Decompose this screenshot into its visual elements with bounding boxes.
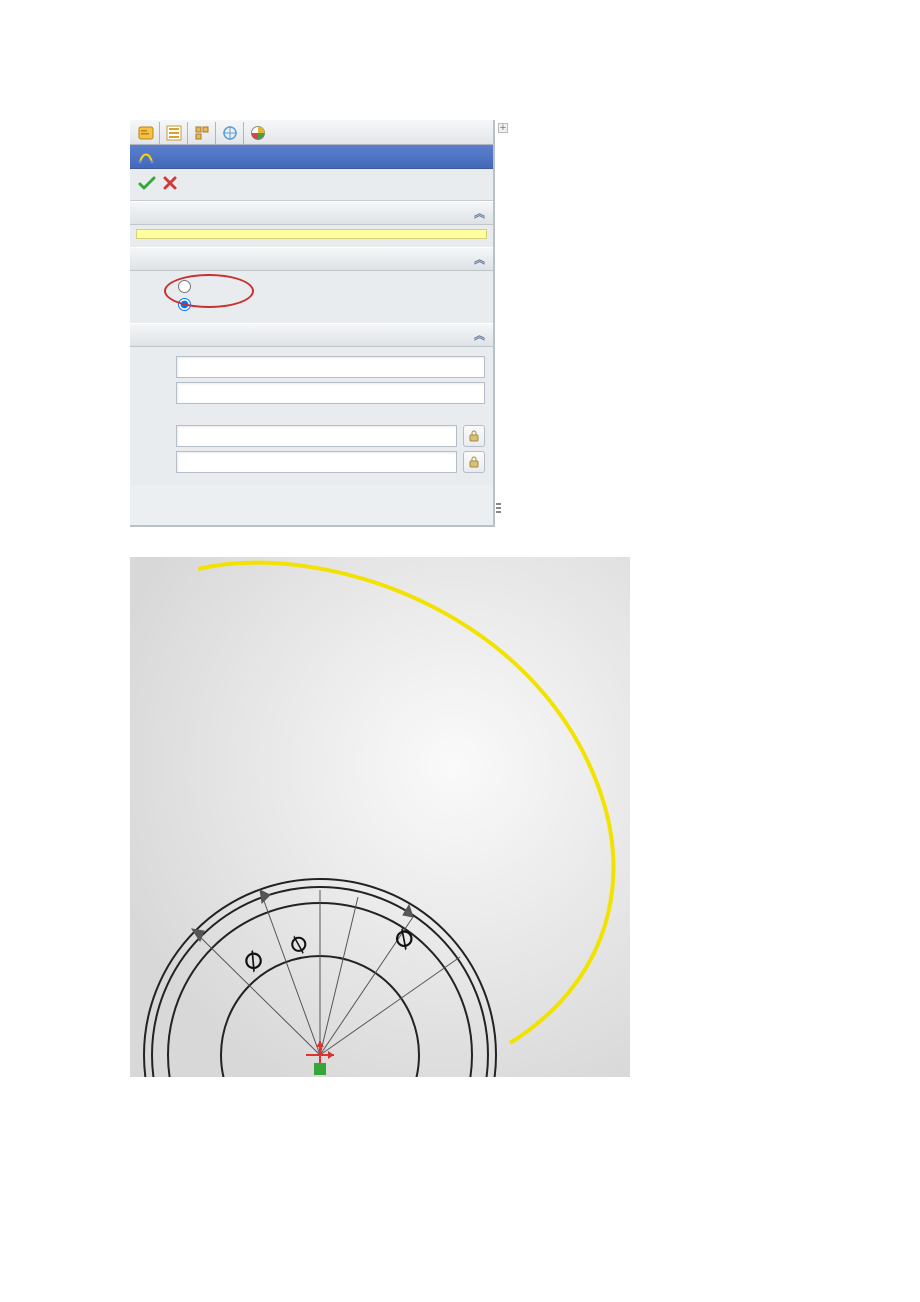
dim-5608: ∅ (286, 932, 313, 956)
radio-parametric-input[interactable] (178, 298, 191, 311)
cancel-button[interactable] (162, 175, 178, 194)
titlebar (130, 145, 493, 169)
input-t2[interactable] (176, 451, 457, 473)
lock-icon (468, 430, 480, 442)
appearance-icon (250, 125, 266, 141)
chevron-up-icon: ︽ (474, 251, 485, 267)
dimension-lines (192, 890, 460, 1055)
lock-t1[interactable] (463, 425, 485, 447)
origin-marker (306, 1041, 334, 1075)
property-icon (166, 125, 182, 141)
row-t2 (138, 451, 485, 473)
feature-tree-icon (138, 125, 154, 141)
section-info[interactable]: ︽ (130, 201, 493, 225)
row-xt (138, 356, 485, 378)
param-rows (130, 419, 493, 485)
expand-flyout-button[interactable]: + (495, 122, 511, 134)
x-icon (162, 175, 178, 191)
info-message (136, 229, 487, 239)
lock-t2[interactable] (463, 451, 485, 473)
equation-rows (130, 350, 493, 416)
config-icon (194, 125, 210, 141)
manager-tabs (130, 120, 493, 145)
tab-dimxpert[interactable] (216, 122, 244, 144)
tab-property-manager[interactable] (160, 122, 188, 144)
resize-handle[interactable] (496, 503, 501, 513)
dim-55: ∅ (389, 923, 420, 954)
sketch-svg: ∅ ∅ ∅ (130, 557, 630, 1077)
input-xt[interactable] (176, 356, 485, 378)
curve-icon (138, 149, 154, 165)
section-equation-type[interactable]: ︽ (130, 247, 493, 271)
row-yt (138, 382, 485, 404)
radio-explicit[interactable] (178, 277, 479, 295)
panel-footer-blank (130, 485, 493, 525)
chevron-up-icon: ︽ (474, 327, 485, 343)
tab-render[interactable] (244, 122, 272, 144)
input-yt[interactable] (176, 382, 485, 404)
tab-configuration-manager[interactable] (188, 122, 216, 144)
action-row (130, 169, 493, 201)
radio-parametric[interactable] (178, 295, 479, 313)
check-icon (138, 175, 156, 191)
lock-icon (468, 456, 480, 468)
equation-type-group (130, 271, 493, 323)
chevron-up-icon: ︽ (474, 205, 485, 221)
radio-explicit-input[interactable] (178, 280, 191, 293)
input-t1[interactable] (176, 425, 457, 447)
section-params[interactable]: ︽ (130, 323, 493, 347)
property-panel: + (130, 120, 495, 527)
ok-button[interactable] (138, 175, 156, 194)
dimxpert-icon (222, 125, 238, 141)
row-t1 (138, 425, 485, 447)
graphics-viewport[interactable]: ∅ ∅ ∅ (130, 557, 630, 1077)
tab-feature-manager[interactable] (132, 122, 160, 144)
